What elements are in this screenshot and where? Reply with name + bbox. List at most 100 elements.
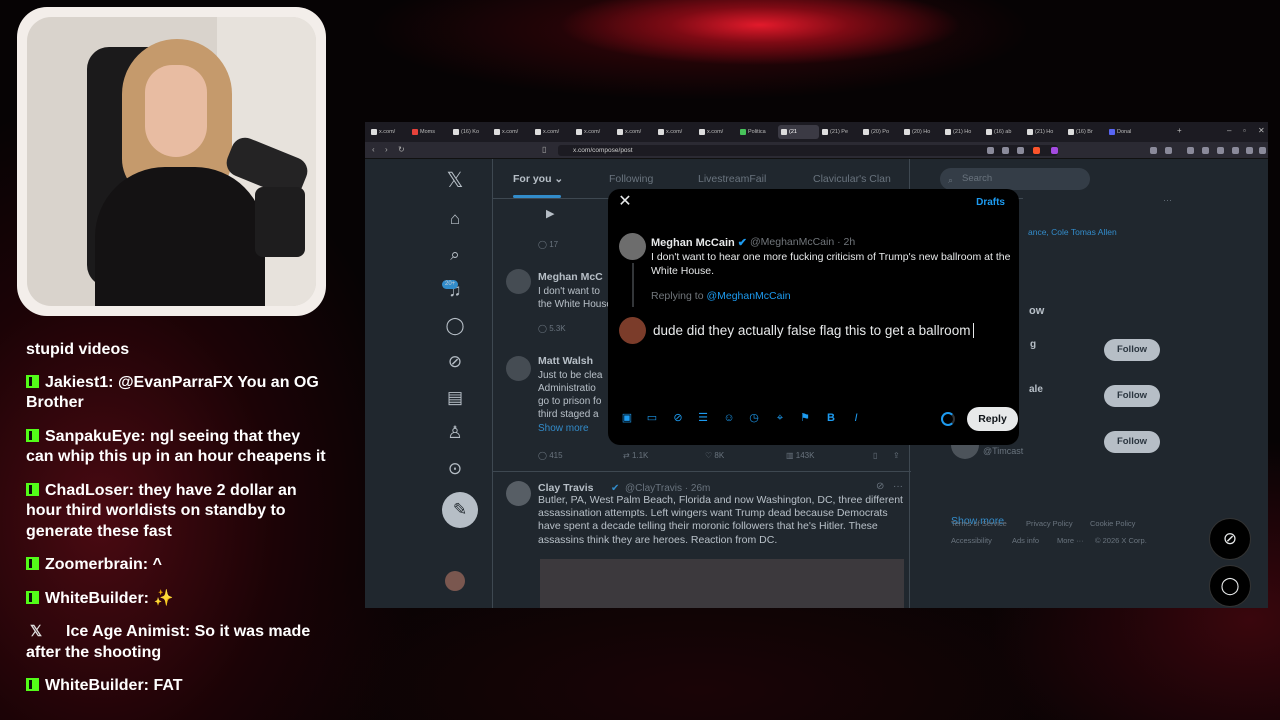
browser-tab[interactable]: x.com/ (368, 125, 409, 139)
quoted-text: I don't want to hear one more fucking cr… (651, 251, 1011, 277)
browser-tab[interactable]: x.com/ (491, 125, 532, 139)
close-window-icon[interactable]: ✕ (1258, 126, 1265, 135)
tab-favicon-icon (822, 129, 828, 135)
browser-tab[interactable]: (20) Ho (901, 125, 942, 139)
rewards-icon[interactable] (1051, 147, 1058, 154)
tab-favicon-icon (863, 129, 869, 135)
browser-tab[interactable]: (20) Po (860, 125, 901, 139)
tab-favicon-icon (412, 129, 418, 135)
extension-icon[interactable] (1217, 147, 1224, 154)
reply-dialog: ✕ Drafts Meghan McCain ✔ @MeghanMcCain ·… (608, 189, 1019, 445)
brave-shield-icon[interactable] (1033, 147, 1040, 154)
chat-message: SanpakuEye: ngl seeing that they can whi… (26, 427, 326, 465)
browser-tab[interactable]: x.com/ (573, 125, 614, 139)
chat-overlay: stupid videos Jakiest1: @EvanParraFX You… (26, 340, 331, 710)
reader-icon[interactable] (987, 147, 994, 154)
x-badge-icon: 𝕏 (30, 623, 43, 640)
reload-icon[interactable]: ↻ (398, 145, 405, 154)
flag-icon[interactable]: ⚑ (797, 410, 813, 426)
browser-tab[interactable]: x.com/ (696, 125, 737, 139)
location-icon[interactable]: ⌖ (772, 410, 788, 426)
chat-username: Ice Age Animist (66, 623, 185, 640)
extension-icon[interactable] (1232, 147, 1239, 154)
bookmark-icon[interactable]: ▯ (542, 145, 546, 154)
navigation-bar: ‹ › ↻ ▯ x.com/compose/post (365, 142, 1268, 159)
chat-username: WhiteBuilder (45, 677, 144, 694)
extension-icon[interactable] (1246, 147, 1253, 154)
chat-message: stupid videos (26, 341, 130, 358)
grok-icon[interactable]: ⊘ (1209, 518, 1251, 560)
kick-badge-icon (26, 678, 39, 691)
browser-tab[interactable]: Politica (737, 125, 778, 139)
tab-favicon-icon (1068, 129, 1074, 135)
messages-icon[interactable]: ◯ (1209, 565, 1251, 607)
back-icon[interactable]: ‹ (372, 145, 375, 154)
address-bar[interactable]: x.com/compose/post (558, 145, 1058, 156)
zoom-icon[interactable] (1002, 147, 1009, 154)
tab-favicon-icon (781, 129, 787, 135)
browser-tab[interactable]: (16) Ko (450, 125, 491, 139)
menu-icon[interactable] (1259, 147, 1266, 154)
tab-favicon-icon (617, 129, 623, 135)
thread-line (632, 263, 634, 307)
kick-badge-icon (26, 557, 39, 570)
tab-favicon-icon (1027, 129, 1033, 135)
browser-tab[interactable]: (21) Ho (942, 125, 983, 139)
tab-favicon-icon (576, 129, 582, 135)
browser-tab-active[interactable]: (21 (778, 125, 819, 139)
browser-tab[interactable]: Donal (1106, 125, 1147, 139)
new-tab-icon[interactable]: + (1177, 126, 1182, 135)
extension-icon[interactable] (1150, 147, 1157, 154)
chat-message: 𝕏 Ice Age Animist: So it was made after t… (26, 623, 311, 661)
chat-text: ^ (152, 556, 162, 573)
tab-favicon-icon (658, 129, 664, 135)
forward-icon[interactable]: › (385, 145, 388, 154)
quoted-author: Meghan McCain ✔ (651, 237, 748, 249)
browser-tab[interactable]: (21) Pe (819, 125, 860, 139)
kick-badge-icon (26, 428, 39, 442)
chat-username: SanpakuEye (45, 427, 141, 445)
chat-message: WhiteBuilder: ✨ (26, 589, 331, 610)
browser-window: x.com/ Moms (16) Ko x.com/ x.com/ x.com/… (365, 122, 1268, 608)
extension-icon[interactable] (1165, 147, 1172, 154)
webcam-feed (27, 17, 316, 306)
replying-to-user[interactable]: @MeghanMcCain (706, 290, 790, 302)
reply-textarea[interactable]: dude did they actually false flag this t… (653, 323, 974, 338)
image-icon[interactable]: ▣ (619, 410, 635, 426)
maximize-icon[interactable]: ▫ (1243, 126, 1246, 135)
browser-tab[interactable]: x.com/ (532, 125, 573, 139)
tab-favicon-icon (904, 129, 910, 135)
grok-icon[interactable]: ⊘ (670, 410, 686, 426)
browser-tab[interactable]: (16) Br (1065, 125, 1106, 139)
schedule-icon[interactable]: ◷ (746, 410, 762, 426)
browser-tab[interactable]: x.com/ (614, 125, 655, 139)
composer-avatar (619, 317, 646, 344)
emoji-icon[interactable]: ☺ (721, 410, 737, 426)
minimize-icon[interactable]: – (1227, 126, 1231, 135)
browser-tab[interactable]: Moms (409, 125, 450, 139)
italic-icon[interactable]: I (848, 410, 864, 426)
chat-message: Jakiest1: @EvanParraFX You an OG Brother (26, 373, 319, 411)
browser-tab[interactable]: (16) ab (983, 125, 1024, 139)
close-icon[interactable]: ✕ (614, 191, 636, 213)
share-icon[interactable] (1017, 147, 1024, 154)
webcam-frame (17, 7, 326, 316)
poll-icon[interactable]: ☰ (695, 410, 711, 426)
browser-tab[interactable]: x.com/ (655, 125, 696, 139)
chat-username: Zoomerbrain (45, 556, 143, 573)
drafts-button[interactable]: Drafts (976, 197, 1005, 208)
chat-message: Zoomerbrain: ^ (26, 555, 331, 576)
chat-message: WhiteBuilder: FAT (26, 676, 331, 697)
browser-tab[interactable]: (21) Ho (1024, 125, 1065, 139)
extension-icon[interactable] (1202, 147, 1209, 154)
tab-favicon-icon (371, 129, 377, 135)
bold-icon[interactable]: B (823, 410, 839, 426)
chat-text: FAT (153, 677, 183, 694)
extension-icon[interactable] (1187, 147, 1194, 154)
x-app: 𝕏 ⌂ ⌕ ♫ 20+ ◯ ⊘ ▤ ♙ ⊙ ✎ For you ⌄ Follow… (365, 159, 1268, 608)
tab-favicon-icon (699, 129, 705, 135)
kick-badge-icon (26, 590, 39, 604)
kick-badge-icon (26, 482, 39, 496)
gif-icon[interactable]: ▭ (644, 410, 660, 426)
reply-button[interactable]: Reply (967, 407, 1018, 431)
